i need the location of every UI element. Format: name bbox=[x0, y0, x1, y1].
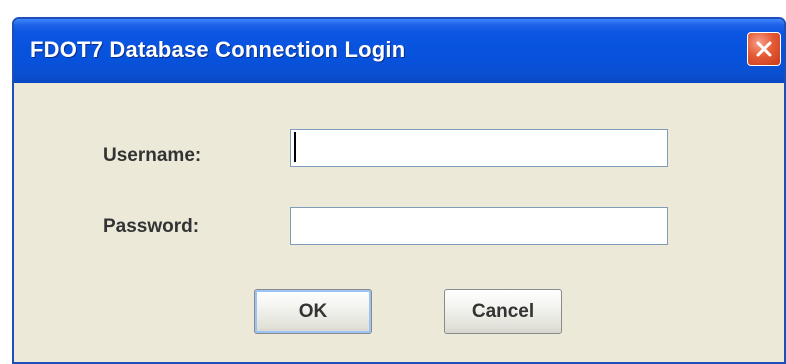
login-dialog: FDOT7 Database Connection Login bbox=[12, 17, 786, 364]
window-title: FDOT7 Database Connection Login bbox=[30, 37, 406, 62]
password-field[interactable] bbox=[290, 207, 668, 245]
title-bar[interactable]: FDOT7 Database Connection Login bbox=[14, 19, 784, 83]
cancel-button[interactable]: Cancel bbox=[444, 289, 562, 334]
username-field[interactable] bbox=[290, 129, 668, 167]
text-cursor bbox=[294, 132, 296, 162]
close-icon bbox=[756, 41, 772, 57]
close-button[interactable] bbox=[747, 32, 781, 66]
username-label: Username: bbox=[103, 145, 202, 166]
password-label: Password: bbox=[103, 216, 200, 237]
ok-button[interactable]: OK bbox=[254, 289, 372, 334]
